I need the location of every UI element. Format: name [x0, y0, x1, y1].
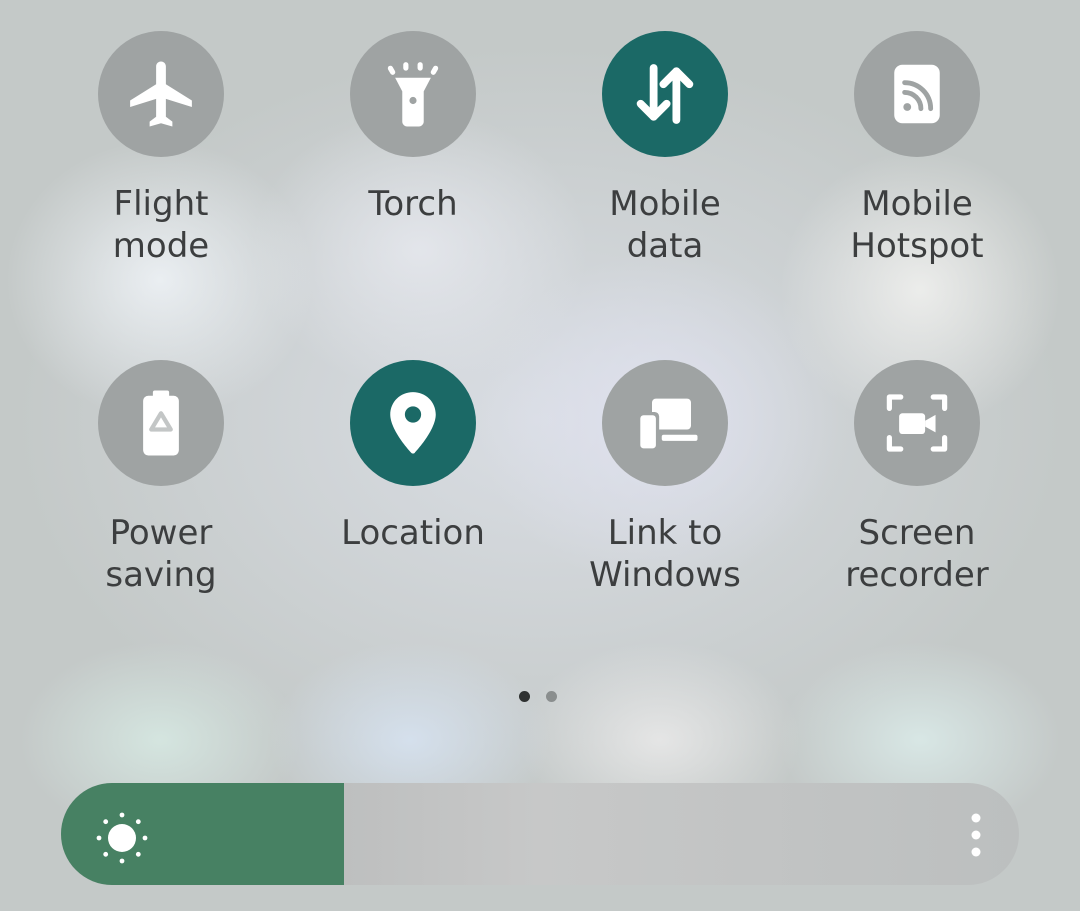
tile-screen-recorder-button[interactable]: [854, 360, 980, 486]
tile-power-saving[interactable]: Power saving: [46, 360, 276, 596]
tile-location-button[interactable]: [350, 360, 476, 486]
location-pin-icon: [390, 392, 436, 454]
data-arrows-icon: [636, 64, 694, 124]
tile-screen-recorder-label: Screen recorder: [845, 513, 989, 595]
link-to-windows-icon: [637, 398, 698, 452]
tile-mobile-data-button[interactable]: [602, 31, 728, 157]
page-dot-1[interactable]: [519, 691, 530, 702]
tile-link-to-windows-button[interactable]: [602, 360, 728, 486]
tile-link-to-windows-label: Link to Windows: [589, 513, 741, 595]
battery-recycle-icon: [143, 390, 179, 456]
tile-mobile-data[interactable]: Mobile data: [550, 31, 780, 267]
sun-icon: [96, 812, 148, 864]
tile-power-saving-button[interactable]: [98, 360, 224, 486]
tile-location[interactable]: Location: [298, 360, 528, 554]
flashlight-icon: [387, 62, 439, 127]
tile-mobile-hotspot[interactable]: Mobile Hotspot: [802, 31, 1032, 267]
tile-torch[interactable]: Torch: [298, 31, 528, 225]
tile-mobile-data-label: Mobile data: [609, 184, 721, 266]
tile-screen-recorder[interactable]: Screen recorder: [802, 360, 1032, 596]
page-indicator: [519, 691, 557, 702]
tile-torch-button[interactable]: [350, 31, 476, 157]
airplane-icon: [130, 61, 192, 127]
more-vertical-icon[interactable]: [958, 811, 994, 859]
tile-torch-label: Torch: [368, 184, 458, 224]
tile-flight-mode[interactable]: Flight mode: [46, 31, 276, 267]
tile-flight-mode-button[interactable]: [98, 31, 224, 157]
hotspot-icon: [894, 64, 940, 124]
tile-mobile-hotspot-label: Mobile Hotspot: [850, 184, 984, 266]
page-dot-2[interactable]: [546, 691, 557, 702]
tile-mobile-hotspot-button[interactable]: [854, 31, 980, 157]
screen-recorder-icon: [886, 394, 948, 452]
tile-power-saving-label: Power saving: [105, 513, 217, 595]
tile-flight-mode-label: Flight mode: [112, 184, 210, 266]
brightness-slider[interactable]: [61, 783, 1019, 885]
tile-link-to-windows[interactable]: Link to Windows: [550, 360, 780, 596]
tile-location-label: Location: [341, 513, 485, 553]
